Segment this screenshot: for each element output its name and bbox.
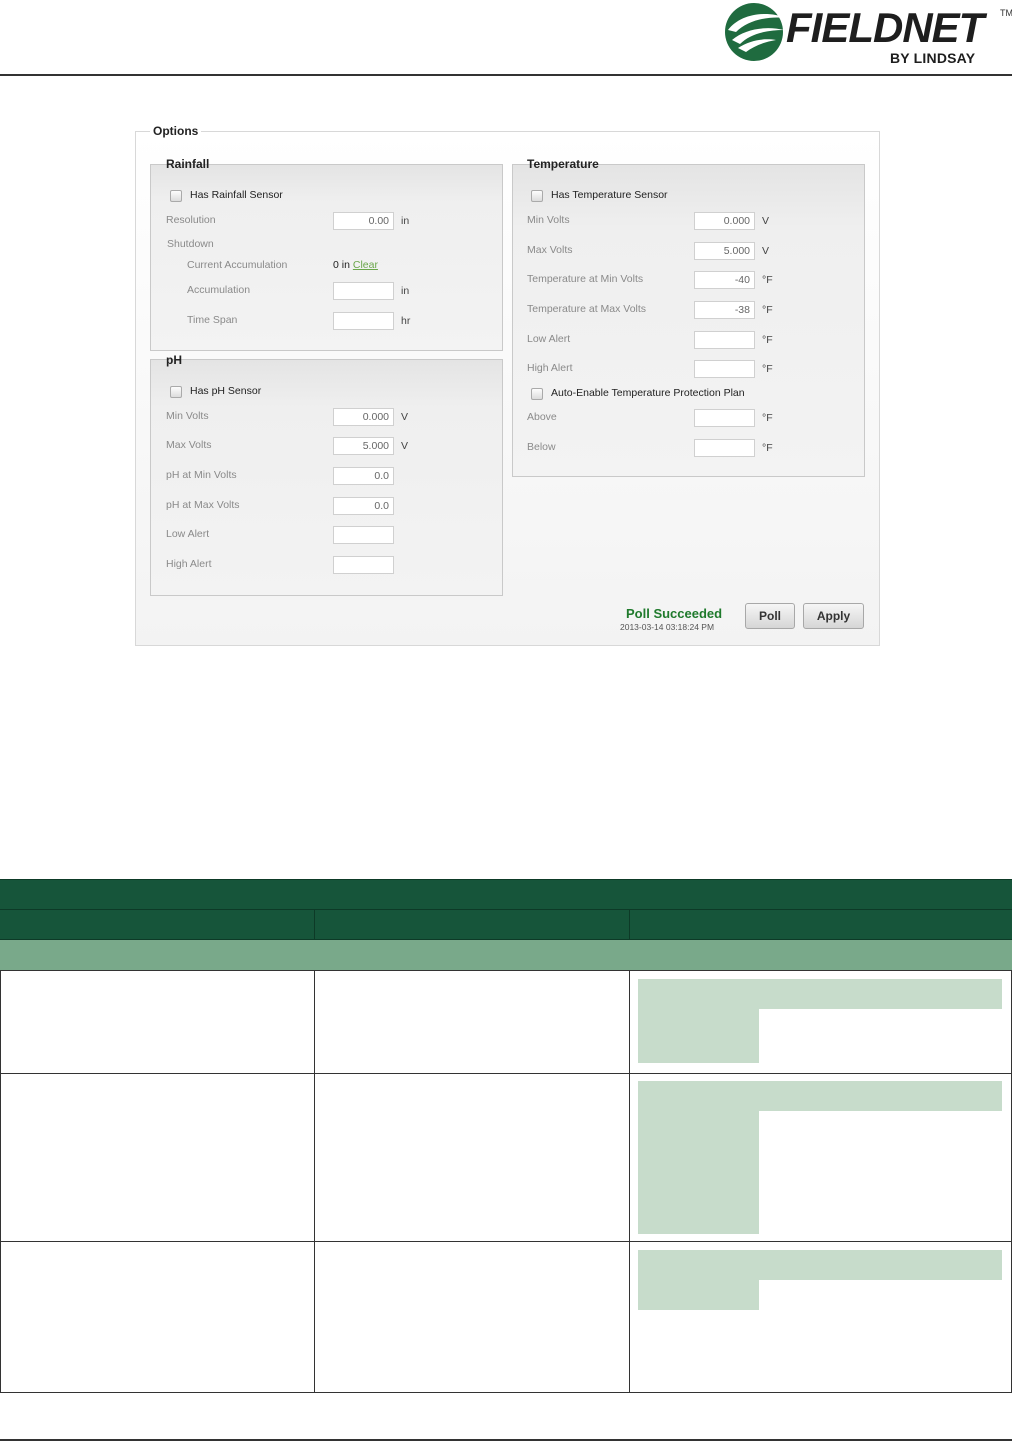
fieldnet-swoosh-icon (725, 3, 786, 61)
temp-at-min-volts-label: Temperature at Min Volts (527, 273, 644, 285)
current-accumulation-value: 0 in Clear (333, 259, 378, 271)
ph-title: pH (166, 353, 182, 367)
clear-accumulation-link[interactable]: Clear (353, 259, 378, 271)
table-row-1-shade-wide (638, 979, 1002, 1009)
poll-status: Poll Succeeded (626, 606, 723, 621)
current-accumulation-label: Current Accumulation (187, 259, 288, 271)
table-bottom-border (0, 1392, 1012, 1393)
ph-min-volts-unit: V (401, 411, 409, 423)
temp-below-input[interactable] (694, 439, 755, 457)
temp-above-label: Above (527, 411, 557, 423)
column-separator (629, 910, 630, 940)
resolution-label: Resolution (166, 214, 216, 226)
ph-min-volts-label: Min Volts (166, 410, 209, 422)
table-left-border (0, 971, 1, 1393)
accumulation-unit: in (401, 285, 410, 297)
table-column-divider (629, 971, 630, 1393)
temp-at-min-volts-unit: °F (762, 274, 773, 286)
rainfall-title: Rainfall (166, 157, 210, 171)
table-row-1-shade-narrow (638, 1009, 759, 1063)
temp-max-volts-label: Max Volts (527, 244, 573, 256)
poll-timestamp: 2013-03-14 03:18:24 PM (620, 622, 715, 632)
accumulation-input[interactable] (333, 282, 394, 300)
ph-high-alert-input[interactable] (333, 556, 394, 574)
temperature-group (512, 164, 865, 477)
temp-high-alert-input[interactable] (694, 360, 755, 378)
time-span-unit: hr (401, 315, 411, 327)
column-separator (314, 910, 315, 940)
footer-divider (0, 1439, 1012, 1441)
has-temperature-sensor-label: Has Temperature Sensor (551, 189, 668, 201)
temp-min-volts-label: Min Volts (527, 214, 570, 226)
auto-enable-protection-checkbox[interactable] (531, 388, 543, 400)
table-column-divider (314, 971, 315, 1393)
ph-min-volts-input[interactable]: 0.000 (333, 408, 394, 426)
apply-button[interactable]: Apply (803, 603, 864, 629)
current-accumulation-amount: 0 in (333, 259, 350, 271)
table-header-bar (0, 879, 1012, 910)
fieldnet-logo: FIELDNET TM BY LINDSAY (722, 0, 1012, 70)
options-title: Options (150, 124, 202, 138)
brand-name: FIELDNET (786, 4, 984, 51)
temp-below-unit: °F (762, 442, 773, 454)
brand-subtitle: BY LINDSAY (890, 50, 976, 66)
has-rainfall-sensor-checkbox[interactable] (170, 190, 182, 202)
accumulation-label: Accumulation (187, 284, 251, 296)
header-divider (0, 74, 1012, 76)
ph-low-alert-input[interactable] (333, 526, 394, 544)
ph-max-volts-unit: V (401, 440, 409, 452)
trademark-mark: TM (1000, 8, 1012, 18)
ph-at-min-volts-input[interactable]: 0.0 (333, 467, 394, 485)
time-span-input[interactable] (333, 312, 394, 330)
time-span-label: Time Span (187, 314, 238, 326)
table-row-divider (0, 1241, 1012, 1242)
temp-max-volts-input[interactable]: 5.000 (694, 242, 755, 260)
auto-enable-protection-label: Auto-Enable Temperature Protection Plan (551, 387, 745, 399)
has-ph-sensor-checkbox[interactable] (170, 386, 182, 398)
table-row-divider (0, 1073, 1012, 1074)
temperature-title: Temperature (527, 157, 599, 171)
ph-low-alert-label: Low Alert (166, 528, 210, 540)
table-section-row (0, 940, 1012, 971)
ph-at-max-volts-label: pH at Max Volts (166, 499, 240, 511)
has-rainfall-sensor-label: Has Rainfall Sensor (190, 189, 283, 201)
temp-low-alert-label: Low Alert (527, 333, 571, 345)
resolution-input[interactable]: 0.00 (333, 212, 394, 230)
table-row-3-shade-narrow (638, 1280, 759, 1310)
ph-max-volts-input[interactable]: 5.000 (333, 437, 394, 455)
temp-low-alert-input[interactable] (694, 331, 755, 349)
has-ph-sensor-label: Has pH Sensor (190, 385, 262, 397)
temp-high-alert-unit: °F (762, 363, 773, 375)
ph-at-max-volts-input[interactable]: 0.0 (333, 497, 394, 515)
ph-at-min-volts-label: pH at Min Volts (166, 469, 237, 481)
has-temperature-sensor-checkbox[interactable] (531, 190, 543, 202)
temp-above-unit: °F (762, 412, 773, 424)
temp-at-min-volts-input[interactable]: -40 (694, 271, 755, 289)
temp-above-input[interactable] (694, 409, 755, 427)
shutdown-label: Shutdown (167, 238, 214, 250)
temp-at-max-volts-label: Temperature at Max Volts (527, 303, 647, 315)
temp-low-alert-unit: °F (762, 334, 773, 346)
temp-at-max-volts-unit: °F (762, 304, 773, 316)
temp-high-alert-label: High Alert (527, 362, 573, 374)
table-row-2-shade-wide (638, 1081, 1002, 1111)
ph-high-alert-label: High Alert (166, 558, 212, 570)
ph-max-volts-label: Max Volts (166, 439, 212, 451)
temp-min-volts-unit: V (762, 215, 770, 227)
temp-at-max-volts-input[interactable]: -38 (694, 301, 755, 319)
temp-min-volts-input[interactable]: 0.000 (694, 212, 755, 230)
temp-max-volts-unit: V (762, 245, 770, 257)
table-column-header-row (0, 910, 1012, 940)
resolution-unit: in (401, 215, 410, 227)
poll-button[interactable]: Poll (745, 603, 795, 629)
table-row-2-shade-narrow (638, 1111, 759, 1234)
table-row-3-shade-wide (638, 1250, 1002, 1280)
temp-below-label: Below (527, 441, 556, 453)
